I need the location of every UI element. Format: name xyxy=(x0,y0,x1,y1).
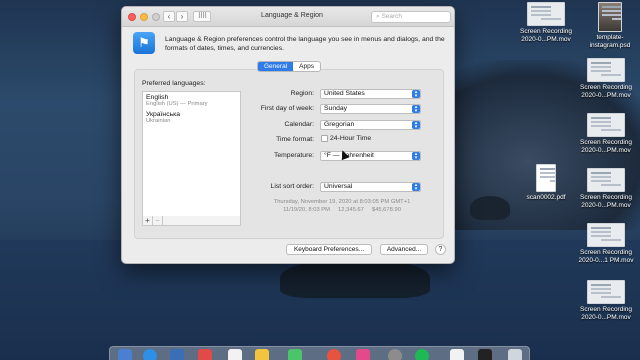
remove-language-button[interactable]: − xyxy=(153,216,163,225)
desktop-file-screen-recording-4[interactable]: Screen Recording 2020-0...PM.mov xyxy=(576,168,636,210)
pdf-file-icon xyxy=(536,164,556,192)
advanced-button[interactable]: Advanced... xyxy=(380,244,428,255)
calendar-dock-icon[interactable] xyxy=(198,349,212,360)
photos-dock-icon[interactable] xyxy=(356,349,370,360)
desktop-file-screen-recording-1[interactable]: Screen Recording 2020-0...PM.mov xyxy=(516,2,576,44)
desktop-file-label: Screen Recording 2020-0...PM.mov xyxy=(579,194,633,209)
search-placeholder: Search xyxy=(381,13,403,20)
tab-bar: General Apps xyxy=(257,61,321,72)
chrome-dock-icon[interactable] xyxy=(327,349,341,360)
calendar-value: Gregorian xyxy=(324,121,355,128)
header-description: Language & Region preferences control th… xyxy=(165,36,445,52)
zoom-button[interactable] xyxy=(152,13,160,21)
trash-dock-icon[interactable] xyxy=(508,349,522,360)
first-day-value: Sunday xyxy=(324,105,348,112)
video-file-icon xyxy=(587,58,625,82)
video-file-icon xyxy=(587,280,625,304)
desktop-file-label: Screen Recording 2020-0...PM.mov xyxy=(579,139,633,154)
window-title: Language & Region xyxy=(261,12,323,19)
show-all-button[interactable]: ⠿⠿ xyxy=(193,11,211,22)
video-file-icon xyxy=(587,223,625,247)
first-day-select[interactable]: Sunday ▴ ▾ xyxy=(320,104,421,114)
chevron-updown-icon: ▴ ▾ xyxy=(412,105,420,114)
preferred-languages-label: Preferred languages: xyxy=(142,80,206,87)
minimize-button[interactable] xyxy=(140,13,148,21)
tab-apps[interactable]: Apps xyxy=(293,62,320,71)
region-label: Region: xyxy=(290,90,314,97)
wallpaper-rock xyxy=(470,196,510,220)
desktop-file-label: Screen Recording 2020-0...PM.mov xyxy=(519,28,573,43)
video-file-icon xyxy=(587,113,625,137)
desktop-file-label: Screen Recording 2020-0...1 PM.mov xyxy=(578,249,634,264)
region-select[interactable]: United States ▴ ▾ xyxy=(320,89,421,99)
calendar-select[interactable]: Gregorian ▴ ▾ xyxy=(320,120,421,130)
time-format-label: Time format: xyxy=(276,136,314,143)
desktop-file-template-instagram[interactable]: template- instagram.psd xyxy=(580,2,640,50)
list-sort-value: Universal xyxy=(324,183,353,190)
temperature-select[interactable]: °F — Fahrenheit ▴ ▾ xyxy=(320,151,421,161)
language-region-window: ‹ › ⠿⠿ Language & Region ⌕ Search ⚑ Lang… xyxy=(121,6,455,264)
preview-dock-icon[interactable] xyxy=(450,349,464,360)
language-name: Українська xyxy=(146,111,181,118)
desktop-file-scan0002[interactable]: scan0002.pdf xyxy=(516,164,576,202)
chevron-updown-icon: ▴ ▾ xyxy=(412,90,420,99)
image-file-icon xyxy=(598,2,622,32)
24-hour-checkbox[interactable] xyxy=(321,135,328,142)
flag-globe-icon: ⚑ xyxy=(133,32,155,54)
video-file-icon xyxy=(587,168,625,192)
chevron-updown-icon: ▴ ▾ xyxy=(412,152,420,161)
system-preferences-dock-icon[interactable] xyxy=(388,349,402,360)
chevron-updown-icon: ▴ ▾ xyxy=(412,183,420,192)
chevron-updown-icon: ▴ ▾ xyxy=(412,121,420,130)
desktop-file-label: Screen Recording 2020-0...PM.mov xyxy=(579,306,633,321)
calendar-label: Calendar: xyxy=(284,121,314,128)
24-hour-checkbox-label[interactable]: 24-Hour Time xyxy=(330,135,371,142)
notes-dock-icon[interactable] xyxy=(228,349,242,360)
spotify-dock-icon[interactable] xyxy=(415,349,429,360)
close-button[interactable] xyxy=(128,13,136,21)
finder-dock-icon[interactable] xyxy=(118,349,132,360)
desktop-file-screen-recording-2[interactable]: Screen Recording 2020-0...PM.mov xyxy=(576,58,636,100)
desktop-file-screen-recording-3[interactable]: Screen Recording 2020-0...PM.mov xyxy=(576,113,636,155)
messages-dock-icon[interactable] xyxy=(288,349,302,360)
desktop-file-screen-recording-6[interactable]: Screen Recording 2020-0...PM.mov xyxy=(576,280,636,322)
desktop-file-label: Screen Recording 2020-0...PM.mov xyxy=(579,84,633,99)
forward-button[interactable]: › xyxy=(176,11,188,22)
search-input[interactable]: ⌕ Search xyxy=(371,11,451,23)
terminal-dock-icon[interactable] xyxy=(478,349,492,360)
title-bar[interactable]: ‹ › ⠿⠿ Language & Region ⌕ Search xyxy=(122,7,454,27)
desktop-file-screen-recording-5[interactable]: Screen Recording 2020-0...1 PM.mov xyxy=(576,223,636,265)
desktop-file-label: scan0002.pdf xyxy=(526,194,566,201)
reminders-dock-icon[interactable] xyxy=(255,349,269,360)
format-sample-line-1: Thursday, November 19, 2020 at 8:03:05 P… xyxy=(273,199,411,205)
first-day-label: First day of week: xyxy=(260,105,314,112)
safari-dock-icon[interactable] xyxy=(143,349,157,360)
tab-general[interactable]: General xyxy=(258,62,294,71)
format-sample-line-2: 11/19/20, 8:03 PM 12,345.67 $45,678.90 xyxy=(283,207,401,213)
desktop-file-label: template- instagram.psd xyxy=(589,34,631,49)
list-sort-label: List sort order: xyxy=(270,183,314,190)
add-language-button[interactable]: + xyxy=(143,216,153,225)
temperature-label: Temperature: xyxy=(273,152,314,159)
region-value: United States xyxy=(324,90,365,97)
help-button[interactable]: ? xyxy=(435,244,446,255)
keyboard-preferences-button[interactable]: Keyboard Preferences... xyxy=(286,244,372,255)
back-button[interactable]: ‹ xyxy=(163,11,175,22)
wallpaper-island xyxy=(280,258,430,298)
language-list-controls: + − xyxy=(142,216,241,226)
list-sort-select[interactable]: Universal ▴ ▾ xyxy=(320,182,421,192)
mail-dock-icon[interactable] xyxy=(170,349,184,360)
video-file-icon xyxy=(527,2,565,26)
